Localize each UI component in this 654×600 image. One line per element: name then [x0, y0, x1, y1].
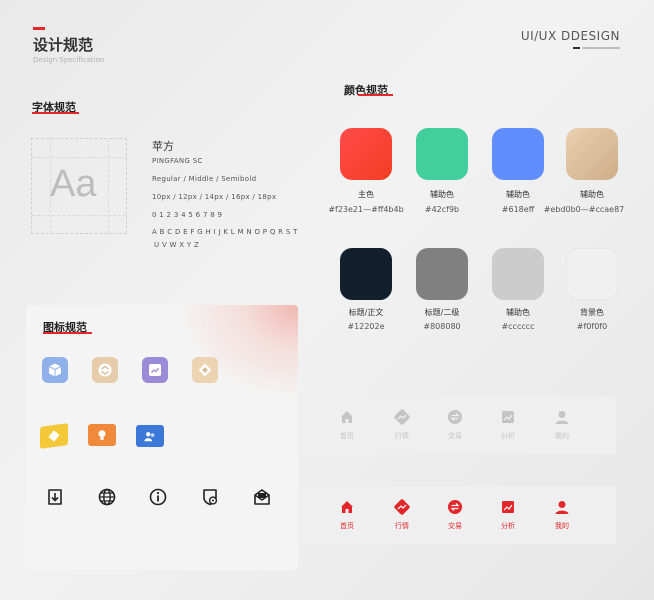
icon-spec-card: 图标规范	[26, 305, 298, 570]
cube-icon[interactable]	[42, 357, 68, 383]
tabbar-active-example: 首页 行情 交易 分析 我的	[298, 486, 616, 544]
tab-label: 我的	[555, 432, 569, 440]
home-icon	[341, 501, 353, 513]
globe-icon[interactable]	[97, 487, 117, 507]
font-weights: Regular / Middle / Semibold	[152, 175, 257, 183]
tab-trade[interactable]: 交易	[435, 409, 475, 441]
tab-label: 我的	[555, 522, 569, 530]
tab-analysis[interactable]: 分析	[488, 409, 528, 441]
team-icon[interactable]	[136, 425, 164, 447]
chart-window-icon[interactable]	[142, 357, 168, 383]
color-code: #ebd0b0—#ccae87	[543, 205, 625, 214]
user-icon	[555, 501, 569, 514]
title-accent-bar	[33, 27, 45, 30]
trend-icon	[394, 499, 410, 515]
tab-trade[interactable]: 交易	[435, 499, 475, 531]
brand-divider-light	[582, 47, 620, 49]
font-digits: 0 1 2 3 4 5 6 7 8 9	[152, 211, 223, 219]
color-swatch-primary	[340, 128, 392, 180]
color-swatch-background	[566, 248, 618, 300]
shield-settings-icon[interactable]	[200, 487, 220, 507]
info-icon[interactable]	[148, 487, 168, 507]
tab-profile[interactable]: 我的	[542, 499, 582, 531]
tab-label: 交易	[448, 432, 462, 440]
tab-home[interactable]: 首页	[327, 499, 367, 531]
bulb-icon[interactable]	[88, 424, 116, 446]
color-swatch-green	[416, 128, 468, 180]
analysis-icon	[502, 411, 514, 423]
font-en-name: PINGFANG SC	[152, 157, 203, 165]
font-letters-line-1: A B C D E F G H I J K L M N O P Q R S T	[152, 228, 298, 236]
exchange-icon	[448, 410, 462, 424]
exchange-icon	[448, 500, 462, 514]
colors-heading-underline	[358, 94, 393, 96]
tab-market[interactable]: 行情	[382, 409, 422, 441]
tab-analysis[interactable]: 分析	[488, 499, 528, 531]
color-swatch-title	[340, 248, 392, 300]
tab-label: 分析	[501, 522, 515, 530]
color-swatch-subtitle	[416, 248, 468, 300]
tab-label: 首页	[340, 522, 354, 530]
analysis-icon	[502, 501, 514, 513]
color-swatch-gold	[566, 128, 618, 180]
brand-divider-dark	[573, 47, 580, 49]
type-sample: Aa	[50, 163, 97, 205]
tab-profile[interactable]: 我的	[542, 409, 582, 441]
icons-heading-underline	[43, 332, 92, 334]
color-swatch-light-gray	[492, 248, 544, 300]
download-icon[interactable]	[45, 487, 65, 507]
tab-label: 分析	[501, 432, 515, 440]
user-icon	[555, 411, 569, 424]
page-subtitle: Design Specification	[33, 56, 105, 64]
font-sizes: 10px / 12px / 14px / 16px / 18px	[152, 193, 277, 201]
mail-open-icon[interactable]	[252, 487, 272, 507]
ticket-icon[interactable]	[40, 423, 68, 449]
trend-icon	[394, 409, 410, 425]
coin-icon[interactable]	[192, 357, 218, 383]
tabbar-inactive-example: 首页 行情 交易 分析 我的	[298, 396, 616, 454]
page-title: 设计规范	[33, 36, 94, 54]
swap-badge-icon[interactable]	[92, 357, 118, 383]
tab-market[interactable]: 行情	[382, 499, 422, 531]
tab-label: 交易	[448, 522, 462, 530]
tab-home[interactable]: 首页	[327, 409, 367, 441]
tab-label: 首页	[340, 432, 354, 440]
tab-label: 行情	[395, 432, 409, 440]
color-swatch-blue	[492, 128, 544, 180]
font-letters-line-2: U V W X Y Z	[154, 241, 200, 249]
color-label: 背景色	[580, 308, 604, 317]
color-label: 辅助色	[580, 190, 604, 199]
color-code: #f0f0f0	[576, 322, 608, 331]
font-name: 苹方	[152, 140, 174, 153]
typography-heading-underline	[32, 112, 79, 114]
brand-label: UI/UX DDESIGN	[520, 29, 620, 43]
tab-label: 行情	[395, 522, 409, 530]
home-icon	[341, 411, 353, 423]
